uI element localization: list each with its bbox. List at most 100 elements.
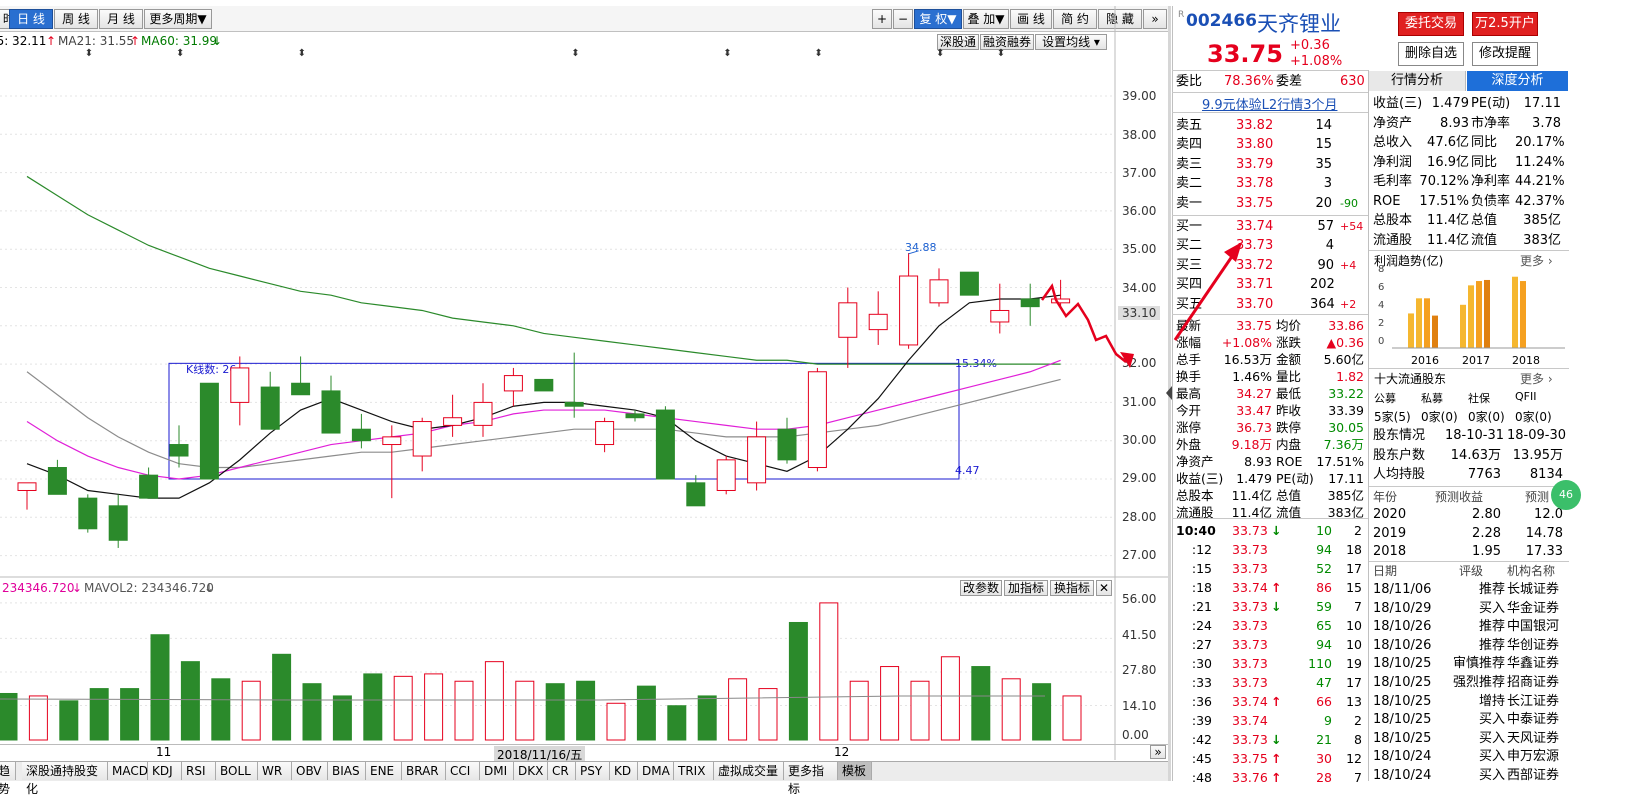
- tick-volume: 52: [1316, 561, 1332, 576]
- period-day-button[interactable]: 日 线: [9, 9, 53, 29]
- l2-promo-link[interactable]: 9.9元体验L2行情3个月: [1202, 94, 1337, 113]
- order-price: 33.71: [1236, 277, 1274, 293]
- profit-year-label: 2018: [1512, 354, 1540, 367]
- rating-broker: 招商证券: [1507, 675, 1560, 690]
- margin-trading-button[interactable]: 融资融券: [980, 34, 1034, 50]
- change-indicator-button[interactable]: 换指标: [1050, 580, 1094, 596]
- indicator-tab[interactable]: KD: [610, 762, 638, 780]
- vol-value: 234346.720: [2, 581, 75, 595]
- volume-bar: [363, 673, 383, 741]
- indicator-tab[interactable]: ENE: [366, 762, 402, 780]
- volume-bar: [819, 602, 839, 741]
- indicator-tab[interactable]: 模板: [838, 762, 872, 780]
- candle-body: [868, 313, 888, 331]
- holder-value: 18-09-30: [1507, 428, 1567, 443]
- fin-value: 17.11: [1523, 96, 1561, 111]
- close-indicator-button[interactable]: ✕: [1096, 580, 1112, 596]
- draw-line-button[interactable]: 画 线: [1010, 9, 1052, 29]
- period-month-button[interactable]: 月 线: [99, 9, 143, 29]
- divider: [1369, 368, 1569, 369]
- open-account-button[interactable]: 万2.5开户: [1472, 12, 1538, 36]
- tick-volume: 110: [1308, 656, 1332, 671]
- indicator-tab[interactable]: CR: [548, 762, 576, 780]
- indicator-tab[interactable]: 深股通持股变化: [22, 762, 108, 796]
- trade-button[interactable]: 委托交易: [1398, 12, 1464, 36]
- float-badge[interactable]: 46: [1551, 480, 1581, 510]
- order-change: +4: [1340, 258, 1357, 272]
- indicator-tab[interactable]: BRAR: [402, 762, 446, 780]
- order-label: 买一: [1176, 219, 1203, 234]
- price-axis-label: 28.00: [1122, 510, 1157, 524]
- collapse-panel-button[interactable]: »: [1143, 9, 1167, 29]
- indicator-tab[interactable]: PSY: [576, 762, 610, 780]
- tab-market-analysis[interactable]: 行情分析: [1369, 71, 1466, 91]
- indicator-tab[interactable]: DMA: [638, 762, 674, 780]
- candle-body: [838, 302, 858, 338]
- rating-broker: 中国银河: [1507, 619, 1560, 635]
- remove-watchlist-button[interactable]: 删除自选: [1398, 42, 1464, 66]
- adjust-button[interactable]: 复 权▼: [914, 9, 962, 29]
- hide-button[interactable]: 隐 藏: [1098, 9, 1142, 29]
- indicator-tab[interactable]: WR: [258, 762, 292, 780]
- volume-bar: [849, 680, 869, 741]
- dropdown-arrow-icon: ▼: [995, 12, 1005, 26]
- zoom-out-button[interactable]: −: [893, 9, 913, 29]
- order-price: 33.73: [1236, 238, 1274, 254]
- rating-col: 机构名称: [1507, 564, 1556, 578]
- overlay-button[interactable]: 叠 加▼: [963, 9, 1009, 29]
- profit-trend-more-link[interactable]: 更多 ›: [1520, 252, 1553, 269]
- period-week-button[interactable]: 周 线: [54, 9, 98, 29]
- more-period-label: 更多周期: [149, 12, 198, 26]
- indicator-tab[interactable]: KDJ: [148, 762, 182, 780]
- quote-detail-row: 流通股 11.4亿 流值 383亿: [1172, 503, 1368, 522]
- forecast-eps: 2.80: [1472, 507, 1501, 522]
- rating-grade: 推荐: [1478, 582, 1505, 597]
- tick-volume: 86: [1316, 580, 1332, 595]
- rating-broker: 中泰证券: [1507, 712, 1560, 728]
- candle-body: [47, 467, 67, 495]
- forecast-year: 2019: [1373, 525, 1407, 541]
- indicator-tab[interactable]: DMI: [480, 762, 514, 780]
- indicator-tab[interactable]: 更多指标: [784, 762, 838, 796]
- indicator-tab[interactable]: CCI: [446, 762, 480, 780]
- indicator-tab[interactable]: BOLL: [216, 762, 258, 780]
- tick-row: :18 33.74 ↑ 86 15: [1172, 578, 1368, 597]
- indicator-tab[interactable]: RSI: [182, 762, 216, 780]
- ma-settings-dropdown[interactable]: 设置均线 ▾: [1035, 34, 1107, 50]
- indicator-tab[interactable]: 虚拟成交量: [714, 762, 784, 780]
- order-change: +54: [1340, 220, 1364, 233]
- ma5-value: MA5: 32.11: [0, 34, 47, 48]
- volume-axis-label: 0.00: [1122, 728, 1149, 742]
- tick-arrow-icon: ↑: [1271, 694, 1282, 709]
- indicator-tab[interactable]: TRIX: [674, 762, 714, 780]
- date-axis-month-12: 12: [834, 745, 850, 759]
- scroll-right-button[interactable]: »: [1150, 745, 1166, 759]
- zigzag-annotation: [1040, 283, 1127, 363]
- tick-price: 33.73: [1232, 656, 1268, 671]
- holder-value: 7763: [1467, 467, 1501, 482]
- holders-more-link[interactable]: 更多 ›: [1520, 370, 1553, 387]
- edit-alert-button[interactable]: 修改提醒: [1472, 42, 1538, 66]
- zoom-in-button[interactable]: +: [872, 9, 892, 29]
- hk-connect-button[interactable]: 深股通: [937, 34, 979, 50]
- indicator-tab[interactable]: 趋势: [0, 762, 16, 796]
- tab-deep-analysis[interactable]: 深度分析: [1467, 71, 1568, 91]
- volume-bar: [180, 661, 200, 741]
- order-label: 卖二: [1176, 176, 1203, 192]
- indicator-tab[interactable]: OBV: [292, 762, 328, 780]
- tick-row: :48 33.76 ↑ 28 7: [1172, 768, 1368, 787]
- indicator-tab[interactable]: MACD: [108, 762, 148, 780]
- candle-body: [382, 436, 402, 446]
- tick-count: 18: [1346, 542, 1362, 557]
- rating-col: 日期: [1373, 564, 1398, 578]
- indicator-tab[interactable]: DKX: [514, 762, 548, 780]
- simple-button[interactable]: 简 约: [1053, 9, 1097, 29]
- candle-body: [625, 413, 645, 419]
- volume-axis-label: 27.80: [1122, 663, 1157, 677]
- edit-params-button[interactable]: 改参数: [960, 580, 1002, 596]
- ma5-line: [26, 294, 1061, 499]
- indicator-tab[interactable]: BIAS: [328, 762, 366, 780]
- more-period-dropdown[interactable]: 更多周期▼: [144, 9, 212, 29]
- candle-body: [443, 417, 463, 426]
- add-indicator-button[interactable]: 加指标: [1004, 580, 1048, 596]
